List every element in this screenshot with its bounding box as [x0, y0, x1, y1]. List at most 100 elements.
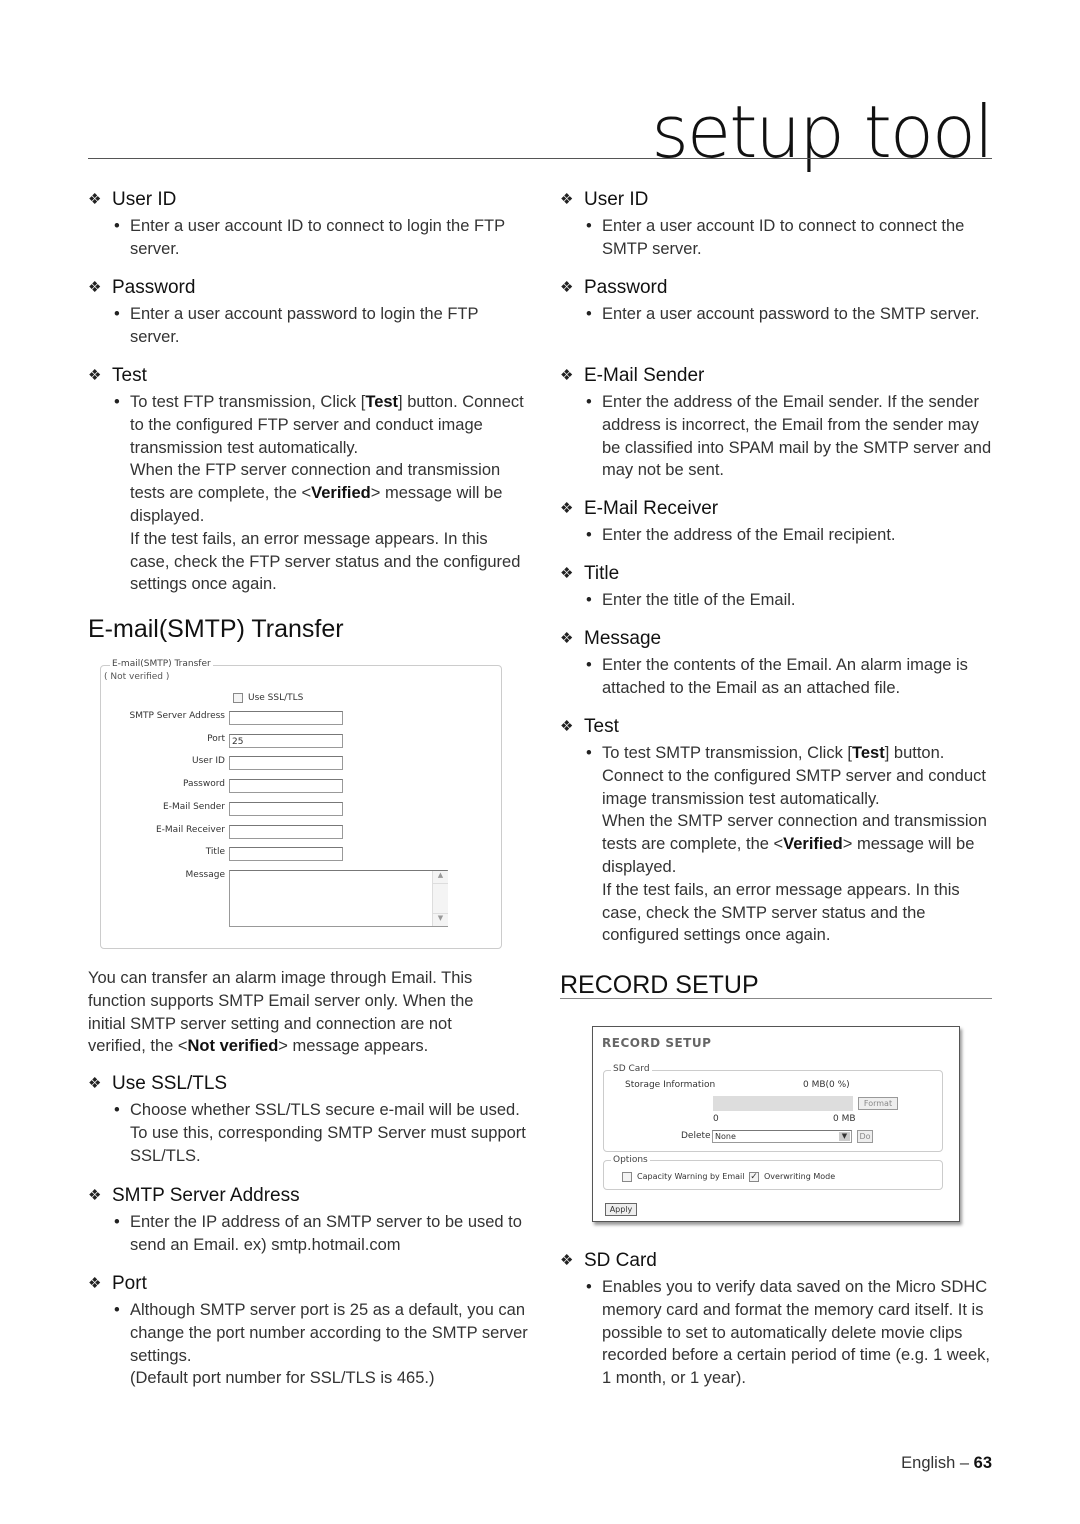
format-button[interactable]: Format [858, 1097, 898, 1110]
section-title-smtp: E-mail(SMTP) Transfer [88, 615, 344, 643]
port-item: ❖ Port Although SMTP server port is 25 as… [88, 1272, 528, 1390]
overwriting-mode-label: Overwriting Mode [764, 1172, 836, 1181]
delete-select-value: None [715, 1132, 736, 1141]
smtp-settings-panel: E-mail(SMTP) Transfer ( Not verified ) U… [100, 659, 502, 950]
email-sender-input[interactable] [229, 802, 343, 816]
apply-button[interactable]: Apply [605, 1203, 637, 1216]
storage-info-value: 0 MB(0 %) [803, 1080, 850, 1090]
item-text: (Default port number for SSL/TLS is 465.… [130, 1369, 435, 1388]
item-text: Choose whether SSL/TLS secure e-mail wil… [130, 1101, 526, 1165]
item-text: Enter the address of the Email sender. I… [602, 393, 992, 480]
title-item: ❖ Title Enter the title of the Email. [560, 562, 796, 612]
diamond-bullet-icon: ❖ [560, 630, 574, 647]
message-textarea[interactable] [229, 870, 448, 927]
item-bullet: To test SMTP transmission, Click [Test] … [560, 742, 1000, 947]
use-ssl-label: Use SSL/TLS [248, 693, 304, 703]
message-scrollbar[interactable]: ▲ ▼ [432, 871, 448, 926]
do-button[interactable]: Do [857, 1130, 873, 1143]
ftp-test-item: ❖ Test To test FTP transmission, Click [T… [88, 364, 528, 596]
delete-label: Delete [681, 1131, 711, 1141]
record-setup-panel: RECORD SETUP SD Card Storage Information… [592, 1026, 960, 1222]
message-item: ❖ Message Enter the contents of the Email… [560, 627, 1000, 700]
item-bullet: Enter the address of the Email sender. I… [560, 391, 1000, 482]
range-min: 0 [713, 1114, 719, 1124]
item-heading: Password [112, 277, 196, 298]
item-bullet: Enter a user account password to the SMT… [560, 303, 980, 326]
item-heading: Test [112, 365, 147, 386]
smtp-server-address-item: ❖ SMTP Server Address Enter the IP addres… [88, 1184, 528, 1257]
use-ssl-checkbox[interactable] [233, 693, 243, 703]
item-bullet: Enter the IP address of an SMTP server t… [88, 1211, 528, 1257]
scroll-up-icon[interactable]: ▲ [433, 871, 448, 884]
item-heading: E-Mail Sender [584, 365, 705, 386]
smtp-status: ( Not verified ) [104, 672, 170, 682]
item-heading: User ID [584, 189, 649, 210]
header-rule [88, 158, 992, 159]
email-receiver-input[interactable] [229, 825, 343, 839]
diamond-bullet-icon: ❖ [88, 1275, 102, 1292]
capacity-warning-label: Capacity Warning by Email [637, 1172, 745, 1181]
item-heading: User ID [112, 189, 177, 210]
ftp-userid-item: ❖ User ID Enter a user account ID to conn… [88, 188, 528, 261]
item-heading: Title [584, 563, 620, 584]
diamond-bullet-icon: ❖ [88, 1075, 102, 1092]
field-label: SMTP Server Address [129, 711, 225, 721]
diamond-bullet-icon: ❖ [88, 191, 102, 208]
diamond-bullet-icon: ❖ [88, 279, 102, 296]
password-input[interactable] [229, 779, 343, 793]
item-text: Enter the address of the Email recipient… [602, 526, 896, 544]
page-footer: English – 63 [901, 1454, 992, 1473]
diamond-bullet-icon: ❖ [560, 1252, 574, 1269]
item-bullet: Enter the contents of the Email. An alar… [560, 654, 1000, 700]
item-text: If the test fails, an error message appe… [130, 529, 521, 594]
scroll-down-icon[interactable]: ▼ [433, 913, 448, 926]
range-max: 0 MB [833, 1114, 856, 1124]
footer-separator: – [959, 1454, 970, 1472]
item-text: Enter a user account password to the SMT… [602, 305, 980, 323]
item-heading: Use SSL/TLS [112, 1073, 228, 1094]
smtp-server-address-input[interactable] [229, 711, 343, 725]
item-text: Enter the title of the Email. [602, 591, 796, 609]
diamond-bullet-icon: ❖ [560, 367, 574, 384]
options-legend: Options [611, 1155, 650, 1165]
item-text: Enter a user account ID to connect to co… [602, 217, 965, 258]
title-input[interactable] [229, 847, 343, 861]
item-heading: Message [584, 628, 662, 649]
item-heading: Test [584, 716, 619, 737]
item-heading: Password [584, 277, 668, 298]
field-label: User ID [192, 756, 225, 766]
item-text: To test SMTP transmission, Click [Test] … [602, 744, 986, 808]
user-id-input[interactable] [229, 756, 343, 770]
field-label: Message [185, 870, 225, 880]
diamond-bullet-icon: ❖ [88, 367, 102, 384]
email-sender-item: ❖ E-Mail Sender Enter the address of the … [560, 364, 1000, 482]
item-text: When the SMTP server connection and tran… [602, 812, 987, 876]
footer-language: English [901, 1454, 956, 1472]
capacity-warning-checkbox[interactable] [622, 1172, 632, 1182]
item-bullet: Enter a user account ID to connect to co… [560, 215, 1000, 261]
item-text: Enter a user account ID to connect to lo… [130, 217, 505, 258]
port-input[interactable]: 25 [229, 734, 343, 748]
delete-period-select[interactable]: None ▼ [712, 1130, 852, 1143]
diamond-bullet-icon: ❖ [560, 718, 574, 735]
item-text: Enter the IP address of an SMTP server t… [130, 1213, 522, 1254]
item-heading: E-Mail Receiver [584, 498, 719, 519]
item-bullet: Enter a user account password to login t… [88, 303, 528, 349]
intro-emphasis: Not verified [187, 1037, 279, 1056]
smtp-intro-text: You can transfer an alarm image through … [88, 967, 508, 1058]
use-ssl-item: ❖ Use SSL/TLS Choose whether SSL/TLS secu… [88, 1072, 528, 1167]
chevron-down-icon[interactable]: ▼ [839, 1132, 850, 1141]
item-bullet: To test FTP transmission, Click [Test] b… [88, 391, 528, 596]
section-rule [560, 998, 992, 999]
diamond-bullet-icon: ❖ [560, 565, 574, 582]
smtp-userid-item: ❖ User ID Enter a user account ID to conn… [560, 188, 1000, 261]
item-text: When the FTP server connection and trans… [130, 461, 503, 525]
diamond-bullet-icon: ❖ [560, 500, 574, 517]
item-heading: Port [112, 1273, 147, 1294]
item-bullet: Choose whether SSL/TLS secure e-mail wil… [88, 1099, 528, 1167]
smtp-test-item: ❖ Test To test SMTP transmission, Click [… [560, 715, 1000, 947]
item-text: Although SMTP server port is 25 as a def… [130, 1301, 528, 1365]
overwriting-mode-checkbox[interactable]: ✓ [749, 1172, 759, 1182]
record-panel-title: RECORD SETUP [602, 1036, 712, 1050]
item-bullet: Enables you to verify data saved on the … [560, 1276, 1000, 1390]
